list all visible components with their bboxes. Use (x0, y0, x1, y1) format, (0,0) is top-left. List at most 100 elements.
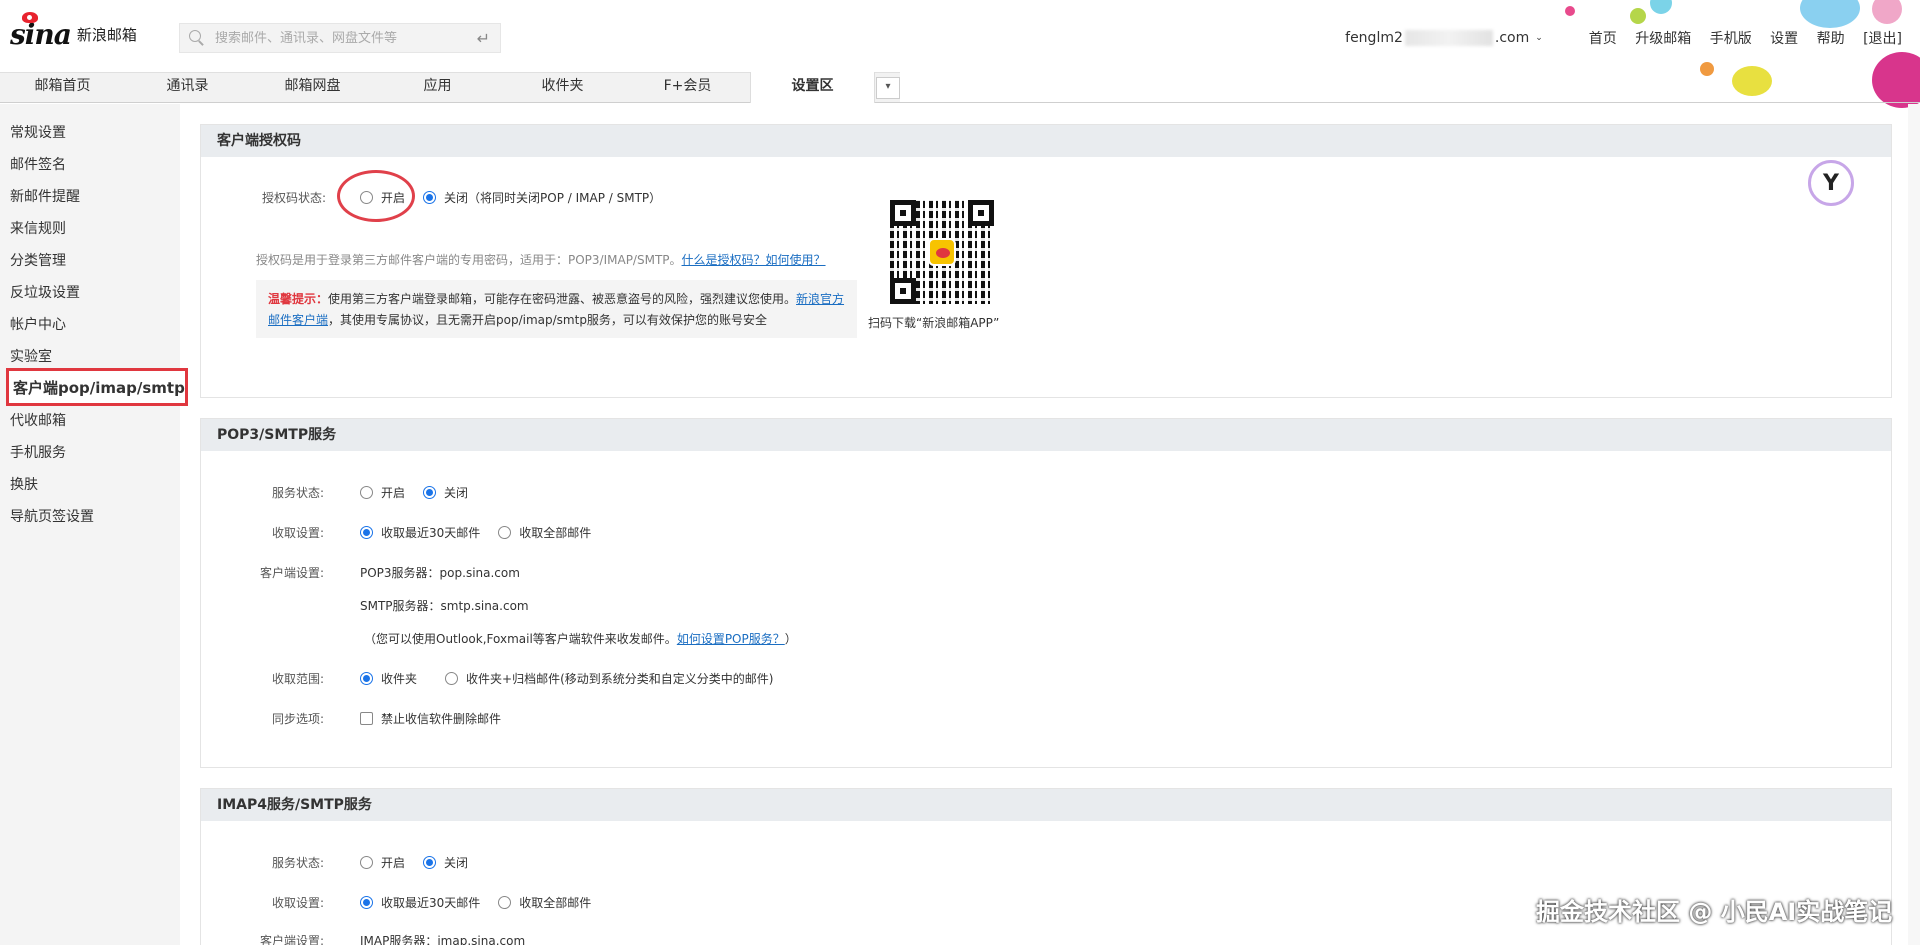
pop-on-option[interactable]: 开启 (360, 484, 405, 501)
tab-mail-home[interactable]: 邮箱首页 (0, 72, 125, 102)
pop-off-option[interactable]: 关闭 (423, 484, 468, 501)
flower-decoration (1650, 0, 1672, 14)
imap-off-option[interactable]: 关闭 (423, 854, 468, 871)
pop-hint-row: （您可以使用Outlook,Foxmail等客户端软件来收发邮件。 如何设置PO… (364, 630, 797, 647)
imap-client-label: 客户端设置: (259, 934, 324, 945)
account-prefix: fenglm2 (1345, 30, 1403, 46)
flower-decoration (1800, 0, 1860, 28)
link-logout[interactable]: [退出] (1863, 31, 1902, 47)
sidebar-item-general[interactable]: 常规设置 (10, 122, 66, 142)
account-redacted (1404, 30, 1493, 46)
flower-decoration (1630, 8, 1646, 24)
account-suffix: .com (1494, 30, 1530, 46)
pop-sync-row: 同步选项: 禁止收信软件删除邮件 (244, 710, 519, 727)
qr-corner (968, 200, 994, 226)
auth-status-label: 授权码状态: (261, 191, 326, 205)
pop-on-radio[interactable] (360, 486, 373, 499)
pop-range-inbox-option[interactable]: 收件夹 (360, 670, 417, 687)
pop-receive-30-option[interactable]: 收取最近30天邮件 (360, 524, 480, 541)
imap-service-row: 服务状态: 开启 关闭 (244, 854, 486, 871)
main-nav: 邮箱首页 通讯录 邮箱网盘 应用 收件夹 F+会员 设置区 ▾ (0, 72, 1920, 103)
sina-eye-icon (22, 11, 38, 23)
sidebar-item-pop-imap-smtp[interactable]: 客户端pop/imap/smtp (6, 368, 188, 406)
auth-off-radio[interactable] (423, 191, 437, 204)
link-mobile[interactable]: 手机版 (1710, 31, 1752, 47)
sidebar-item-new-mail-alert[interactable]: 新邮件提醒 (10, 186, 80, 206)
search-input[interactable] (215, 30, 455, 46)
sidebar-item-skin[interactable]: 换肤 (10, 474, 38, 494)
pop3-title: POP3/SMTP服务 (201, 419, 1891, 451)
pop-range-inbox-radio[interactable] (360, 672, 373, 685)
imap-receive-row: 收取设置: 收取最近30天邮件 收取全部邮件 (244, 894, 609, 911)
imap-receive-all-radio[interactable] (498, 896, 512, 909)
link-help[interactable]: 帮助 (1817, 31, 1845, 47)
imap-receive-30-radio[interactable] (360, 896, 373, 909)
auth-desc-row: 授权码是用于登录第三方邮件客户端的专用密码，适用于：POP3/IMAP/SMTP… (256, 251, 826, 268)
qr-caption: 扫码下载“新浪邮箱APP” (868, 316, 1000, 330)
logo-subtitle: 新浪邮箱 (76, 25, 137, 44)
pop-client-label: 客户端设置: (259, 566, 324, 580)
warning-text-2: ，其使用专属协议，且无需开启pop/imap/smtp服务，可以有效保护您的账号… (328, 313, 767, 327)
enter-icon[interactable]: ↵ (477, 29, 490, 48)
link-home[interactable]: 首页 (1589, 31, 1617, 47)
pop-service-label: 服务状态: (271, 486, 324, 500)
auth-off-option[interactable]: 关闭（将同时关闭POP / IMAP / SMTP） (423, 189, 661, 206)
imap-server-value: IMAP服务器：imap.sina.com (360, 934, 526, 945)
imap-on-radio[interactable] (360, 856, 373, 869)
imap-off-radio[interactable] (423, 856, 437, 869)
pop-range-all-radio[interactable] (445, 672, 459, 685)
link-settings[interactable]: 设置 (1770, 31, 1798, 47)
tab-apps[interactable]: 应用 (375, 72, 500, 102)
tab-contacts[interactable]: 通讯录 (125, 72, 250, 102)
sina-app-logo-icon (928, 238, 956, 266)
sidebar-item-lab[interactable]: 实验室 (10, 346, 52, 366)
pop-receive-label: 收取设置: (271, 526, 324, 540)
imap-service-label: 服务状态: (271, 856, 324, 870)
pop-range-row: 收取范围: 收件夹 收件夹+归档邮件(移动到系统分类和自定义分类中的邮件) (244, 670, 791, 687)
sidebar-item-mobile[interactable]: 手机服务 (10, 442, 66, 462)
pop-off-radio[interactable] (423, 486, 437, 499)
qr-code (890, 200, 994, 304)
sina-wordmark: sina (10, 11, 72, 51)
auth-status-row: 授权码状态: 开启 关闭（将同时关闭POP / IMAP / SMTP） (222, 189, 679, 206)
top-right-bar: fenglm2 .com ⌄ 首页 升级邮箱 手机版 设置 帮助 [退出] (1345, 28, 1902, 48)
search-box[interactable]: ↵ (179, 23, 501, 53)
pop-sync-label: 同步选项: (271, 712, 324, 726)
tab-inbox[interactable]: 收件夹 (500, 72, 625, 102)
sidebar-item-rules[interactable]: 来信规则 (10, 218, 66, 238)
pop-range-all-option[interactable]: 收件夹+归档邮件(移动到系统分类和自定义分类中的邮件) (445, 670, 773, 687)
link-upgrade[interactable]: 升级邮箱 (1635, 31, 1691, 47)
top-links: 首页 升级邮箱 手机版 设置 帮助 [退出] (1575, 28, 1902, 48)
pop-receive-30-radio[interactable] (360, 526, 373, 539)
sidebar-item-fetch-mail[interactable]: 代收邮箱 (10, 410, 66, 430)
header: sina 新浪邮箱 ↵ fenglm2 .com ⌄ 首页 升级邮箱 手机版 设… (0, 0, 1920, 108)
imap-on-option[interactable]: 开启 (360, 854, 405, 871)
pop-setup-link[interactable]: 如何设置POP服务？ (677, 630, 785, 647)
imap-receive-all-option[interactable]: 收取全部邮件 (498, 894, 591, 911)
page-scrollbar[interactable] (1908, 104, 1920, 945)
sidebar-item-signature[interactable]: 邮件签名 (10, 154, 66, 174)
pop-sync-option[interactable]: 禁止收信软件删除邮件 (360, 710, 501, 727)
sidebar-item-account[interactable]: 帐户中心 (10, 314, 66, 334)
tab-vip[interactable]: F+会员 (625, 72, 750, 102)
tab-more-chevron-icon[interactable]: ▾ (876, 77, 900, 99)
pop-receive-all-radio[interactable] (498, 526, 512, 539)
sidebar-item-categories[interactable]: 分类管理 (10, 250, 66, 270)
pop-service-row: 服务状态: 开启 关闭 (244, 484, 486, 501)
assistant-badge-icon[interactable]: Y (1808, 160, 1854, 206)
sidebar-item-nav-tabs[interactable]: 导航页签设置 (10, 506, 94, 526)
pop-client-row: 客户端设置: POP3服务器：pop.sina.com (244, 564, 520, 581)
pop-sync-checkbox[interactable] (360, 712, 373, 725)
flower-decoration (1565, 6, 1575, 16)
pop-receive-all-option[interactable]: 收取全部邮件 (498, 524, 591, 541)
auth-help-link[interactable]: 什么是授权码？如何使用？ (682, 251, 826, 268)
imap-receive-30-option[interactable]: 收取最近30天邮件 (360, 894, 480, 911)
tab-settings[interactable]: 设置区 (750, 72, 875, 103)
search-icon (189, 30, 205, 46)
sina-logo[interactable]: sina 新浪邮箱 (10, 11, 137, 54)
warning-box: 温馨提示：使用第三方客户端登录邮箱，可能存在密码泄露、被恶意盗号的风险，强烈建议… (256, 280, 857, 338)
pop-hint-end: ） (784, 632, 797, 646)
sidebar-item-anti-spam[interactable]: 反垃圾设置 (10, 282, 80, 302)
account-menu[interactable]: fenglm2 .com ⌄ (1345, 30, 1543, 46)
tab-cloud-disk[interactable]: 邮箱网盘 (250, 72, 375, 102)
